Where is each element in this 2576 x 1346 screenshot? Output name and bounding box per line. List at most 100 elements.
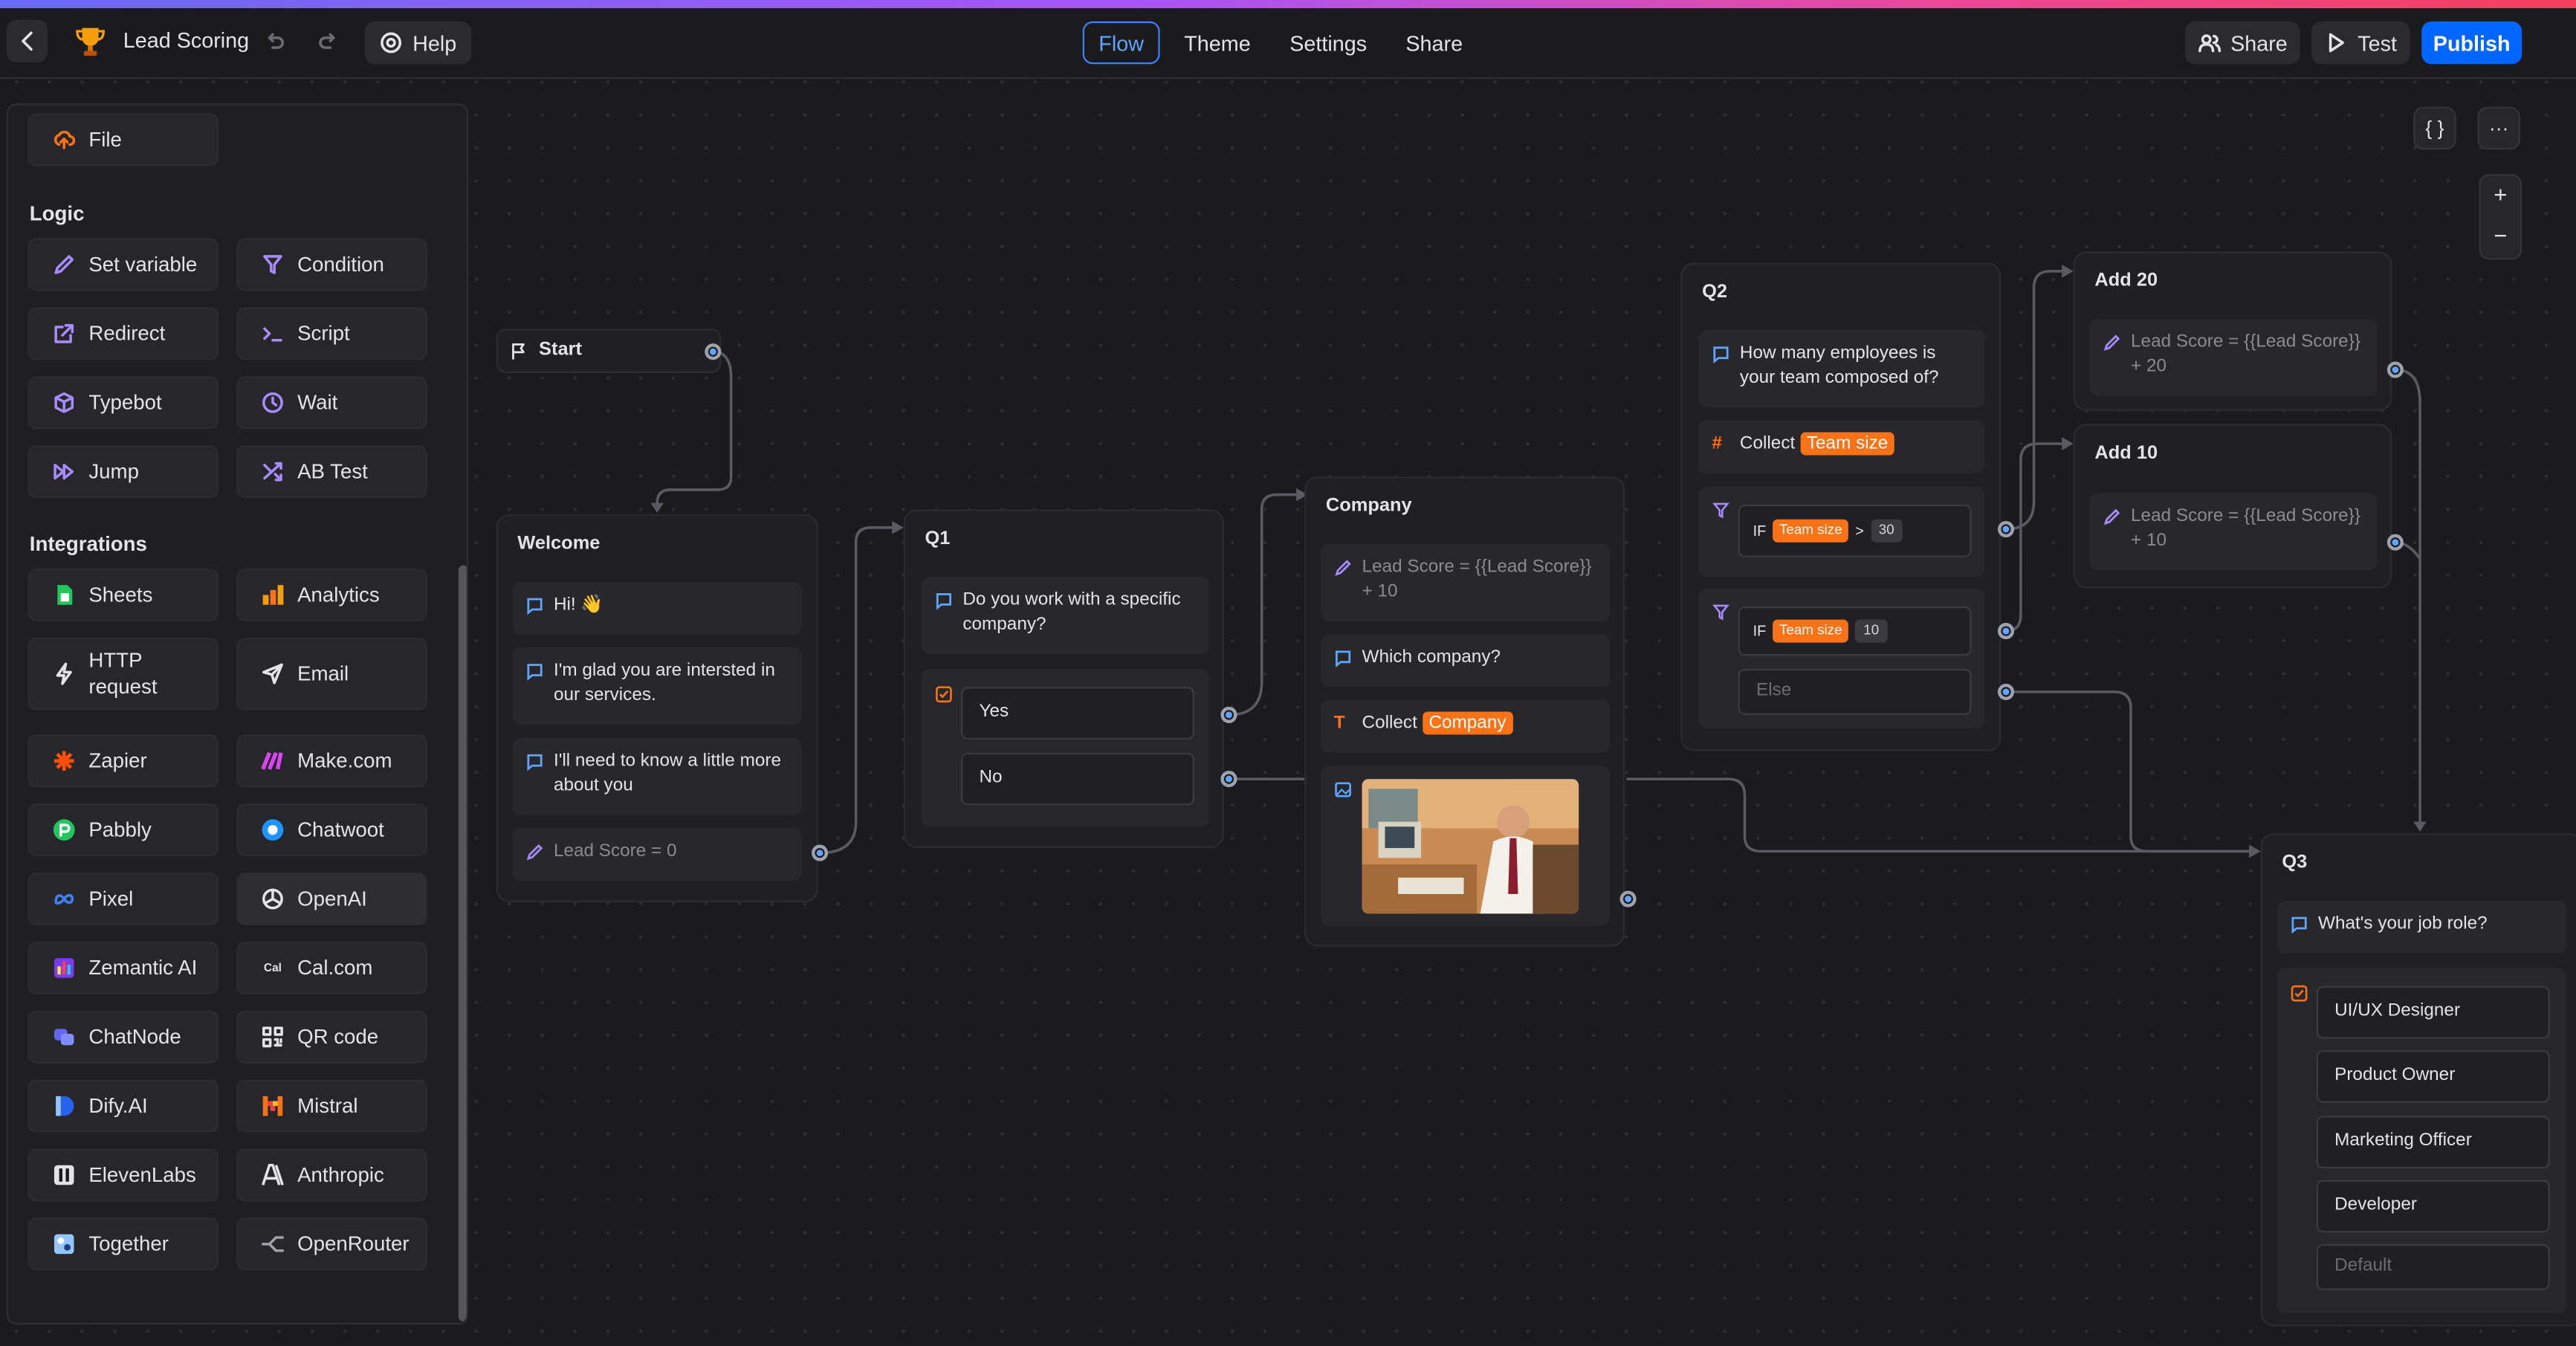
block-qr-code[interactable]: QR code: [236, 1010, 427, 1064]
q2-cond2-port[interactable]: [1997, 623, 2015, 640]
company-output-port[interactable]: [1619, 890, 1637, 907]
block-label: Zemantic AI: [88, 956, 198, 980]
tab-flow[interactable]: Flow: [1082, 21, 1160, 65]
share-label: Share: [2230, 30, 2288, 56]
welcome-message-3[interactable]: I'll need to know a little more about yo…: [512, 737, 802, 815]
publish-button[interactable]: Publish: [2421, 21, 2522, 65]
q1-node[interactable]: Q1 Do you work with a specific company? …: [903, 509, 1224, 848]
back-button[interactable]: [6, 19, 48, 63]
block-jump[interactable]: Jump: [27, 445, 219, 498]
block-make[interactable]: Make.com: [236, 734, 427, 788]
flow-title[interactable]: Lead Scoring: [123, 28, 249, 53]
zoom-in-button[interactable]: +: [2481, 181, 2520, 217]
q1-option-no[interactable]: No: [961, 752, 1195, 806]
block-zapier[interactable]: Zapier: [27, 734, 219, 788]
block-email[interactable]: Email: [236, 637, 427, 711]
add10-node[interactable]: Add 10 Lead Score = {{Lead Score}} + 10: [2073, 424, 2392, 589]
q2-else-port[interactable]: [1997, 683, 2015, 700]
test-button[interactable]: Test: [2311, 21, 2410, 65]
block-pixel[interactable]: Pixel: [27, 873, 219, 925]
block-anthropic[interactable]: Anthropic: [236, 1148, 427, 1202]
company-set-variable[interactable]: Lead Score = {{Lead Score}} + 10: [1321, 543, 1611, 621]
redo-button[interactable]: [311, 20, 347, 62]
add10-output-port[interactable]: [2386, 534, 2404, 551]
tab-theme[interactable]: Theme: [1178, 22, 1257, 64]
openrouter-icon: [261, 1232, 284, 1255]
company-text-input[interactable]: T Collect Company: [1321, 699, 1611, 753]
q3-option-product-owner[interactable]: Product Owner: [2316, 1049, 2550, 1103]
block-together[interactable]: Together: [27, 1217, 219, 1271]
start-node[interactable]: Start: [496, 329, 722, 373]
openai-icon: [261, 887, 284, 910]
block-wait[interactable]: Wait: [236, 376, 427, 430]
block-ab-test[interactable]: AB Test: [236, 445, 427, 498]
welcome-output-port[interactable]: [811, 844, 829, 861]
tab-share[interactable]: Share: [1397, 22, 1472, 64]
test-label: Test: [2357, 30, 2397, 56]
add20-set-variable[interactable]: Lead Score = {{Lead Score}} + 20: [2089, 318, 2378, 396]
block-label: Mistral: [297, 1094, 358, 1118]
add20-output-port[interactable]: [2386, 361, 2404, 378]
block-file[interactable]: File: [27, 113, 219, 166]
block-typebot[interactable]: Typebot: [27, 376, 219, 430]
block-zemantic-ai[interactable]: Zemantic AI: [27, 942, 219, 994]
block-pabbly[interactable]: Pabbly: [27, 803, 219, 857]
company-question[interactable]: Which company?: [1321, 634, 1611, 687]
welcome-set-variable[interactable]: Lead Score = 0: [512, 828, 802, 881]
undo-button[interactable]: [256, 20, 293, 62]
block-openrouter[interactable]: OpenRouter: [236, 1217, 427, 1271]
edge-start-welcome: [656, 350, 733, 510]
q1-yes-port[interactable]: [1220, 706, 1237, 723]
block-script[interactable]: Script: [236, 307, 427, 360]
more-options-button[interactable]: ···: [2477, 106, 2520, 150]
q3-option-marketing[interactable]: Marketing Officer: [2316, 1116, 2550, 1169]
q3-option-default[interactable]: Default: [2316, 1243, 2550, 1290]
q3-node[interactable]: Q3 What's your job role? UI/UX Designer …: [2260, 833, 2576, 1327]
block-redirect[interactable]: Redirect: [27, 307, 219, 360]
q1-no-port[interactable]: [1220, 771, 1237, 788]
start-output-port[interactable]: [705, 343, 722, 360]
q1-question[interactable]: Do you work with a specific company?: [922, 577, 1209, 655]
block-sheets[interactable]: Sheets: [27, 569, 219, 621]
block-label: ElevenLabs: [88, 1163, 196, 1187]
add20-node[interactable]: Add 20 Lead Score = {{Lead Score}} + 20: [2073, 251, 2392, 411]
zoom-out-button[interactable]: −: [2481, 222, 2520, 259]
block-mistral[interactable]: Mistral: [236, 1079, 427, 1133]
q1-option-yes[interactable]: Yes: [961, 687, 1195, 740]
company-image-block[interactable]: [1321, 766, 1611, 925]
block-condition[interactable]: Condition: [236, 238, 427, 291]
block-openai[interactable]: OpenAI: [236, 873, 427, 925]
json-editor-button[interactable]: { }: [2413, 106, 2456, 150]
help-button[interactable]: Help: [364, 21, 472, 65]
company-node[interactable]: Company Lead Score = {{Lead Score}} + 10…: [1304, 476, 1625, 947]
condition-2-item[interactable]: IF Team size 10: [1738, 606, 1972, 656]
q2-node[interactable]: Q2 How many employees is your team compo…: [1680, 262, 2001, 751]
block-cal-com[interactable]: Cal Cal.com: [236, 942, 427, 994]
add10-set-variable[interactable]: Lead Score = {{Lead Score}} + 10: [2089, 493, 2378, 571]
condition-else[interactable]: Else: [1738, 668, 1972, 715]
share-button[interactable]: Share: [2184, 21, 2300, 65]
block-dify-ai[interactable]: Dify.AI: [27, 1079, 219, 1133]
q3-question[interactable]: What's your job role?: [2276, 900, 2566, 954]
q3-option-uiux[interactable]: UI/UX Designer: [2316, 986, 2550, 1039]
q2-question[interactable]: How many employees is your team composed…: [1698, 330, 1985, 408]
block-elevenlabs[interactable]: ElevenLabs: [27, 1148, 219, 1202]
variable-tag[interactable]: Team size: [1800, 432, 1895, 456]
condition-1-item[interactable]: IF Team size > 30: [1738, 504, 1972, 557]
q3-option-developer[interactable]: Developer: [2316, 1180, 2550, 1233]
block-chatwoot[interactable]: Chatwoot: [236, 803, 427, 857]
welcome-node[interactable]: Welcome Hi! 👋 I'm glad you are intersted…: [496, 514, 818, 902]
block-analytics[interactable]: Analytics: [236, 569, 427, 621]
sidebar-scrollbar-thumb[interactable]: [458, 565, 467, 1321]
q2-number-input[interactable]: # Collect Team size: [1698, 421, 1985, 473]
variable-tag[interactable]: Company: [1422, 711, 1513, 735]
tab-settings[interactable]: Settings: [1281, 22, 1375, 64]
pencil-icon: [2103, 508, 2120, 525]
welcome-message-1[interactable]: Hi! 👋: [512, 581, 802, 635]
block-http-request[interactable]: HTTP request: [27, 637, 219, 711]
q2-cond1-port[interactable]: [1997, 520, 2015, 538]
welcome-message-2[interactable]: I'm glad you are intersted in our servic…: [512, 647, 802, 725]
block-set-variable[interactable]: Set variable: [27, 238, 219, 291]
clock-icon: [261, 391, 284, 414]
block-chatnode[interactable]: ChatNode: [27, 1010, 219, 1064]
